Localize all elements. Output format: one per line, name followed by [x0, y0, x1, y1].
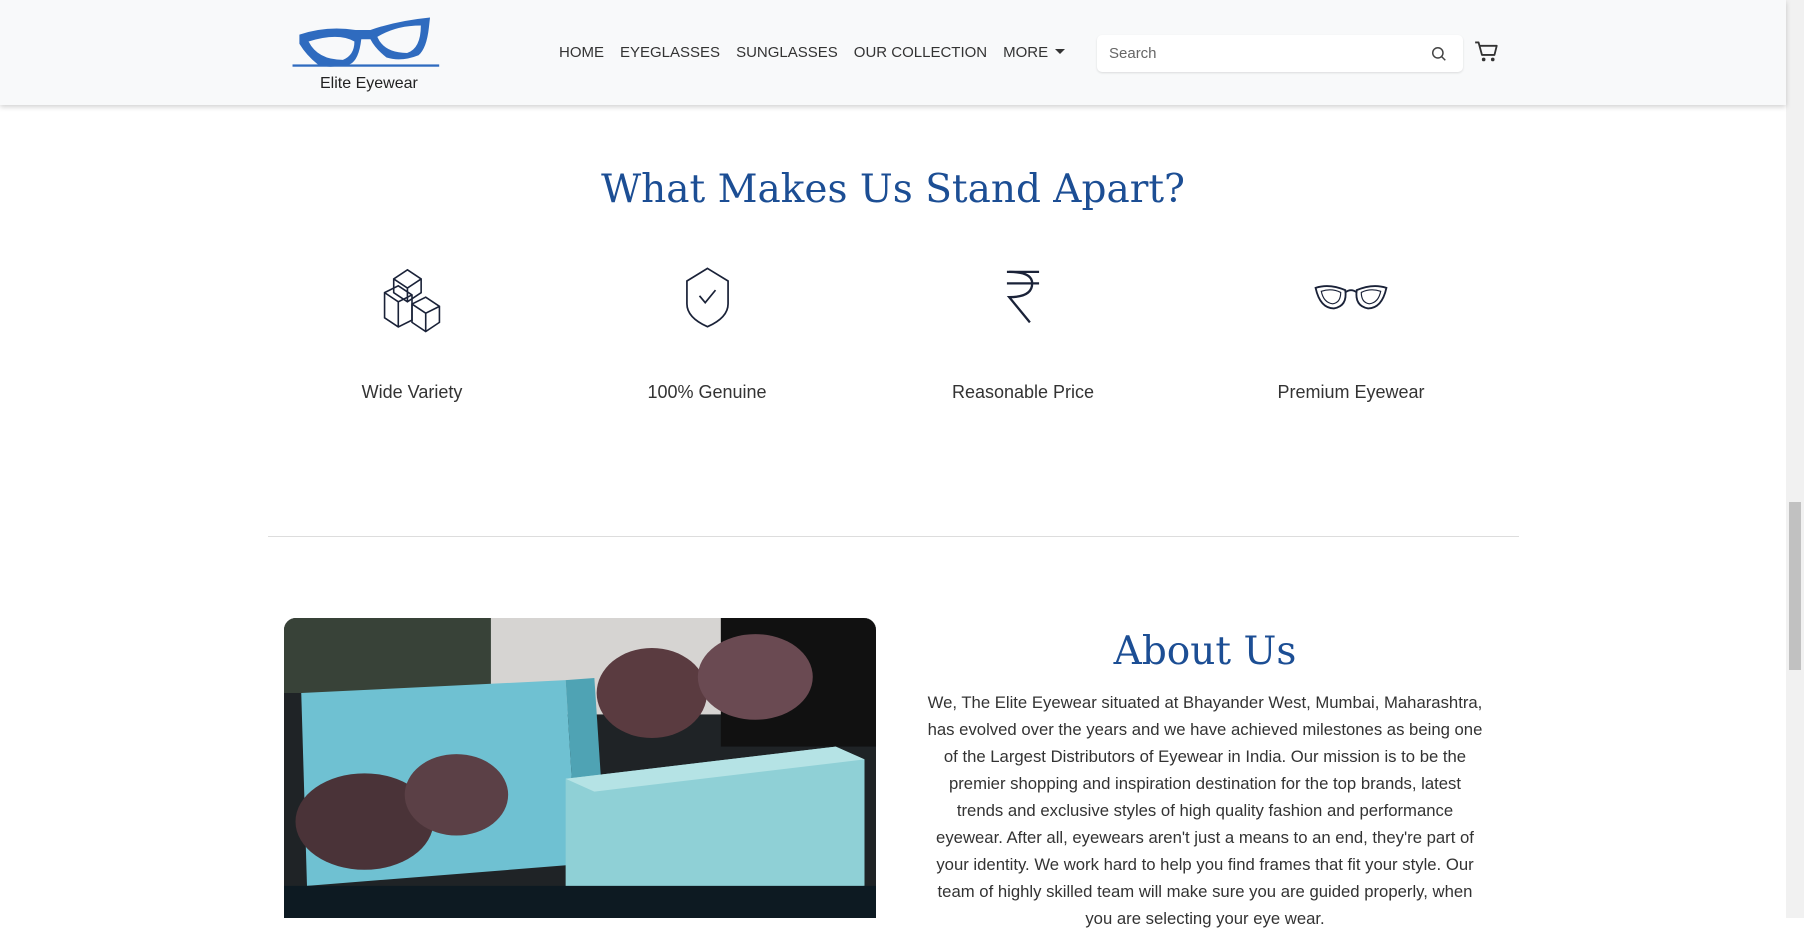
search-box: [1097, 35, 1463, 72]
feature-premium-eyewear: Premium Eyewear: [1236, 265, 1466, 405]
nav-sunglasses[interactable]: SUNGLASSES: [736, 44, 838, 61]
about-line: trends and exclusive styles of high qual…: [956, 801, 1454, 820]
about-title: About Us: [1113, 629, 1297, 674]
feature-wide-variety: Wide Variety: [297, 265, 527, 405]
section-divider: [268, 536, 1519, 537]
feature-label: 100% Genuine: [647, 382, 767, 402]
about-line: eyewear. After all, eyewears aren't just…: [936, 828, 1474, 847]
about-text: We, The Elite Eyewear situated at Bhayan…: [865, 689, 1545, 932]
scrollbar[interactable]: [1786, 0, 1804, 918]
feature-label: Premium Eyewear: [1277, 382, 1425, 402]
nav-more-dropdown[interactable]: MORE: [1003, 44, 1066, 61]
brand-logo-glasses-icon[interactable]: [292, 14, 442, 69]
caret-down-icon: [1055, 49, 1066, 54]
feature-genuine: 100% Genuine: [592, 265, 822, 405]
page: Elite Eyewear HOME EYEGLASSES SUNGLASSES…: [0, 0, 1804, 928]
nav-home[interactable]: HOME: [559, 44, 604, 61]
brand-name[interactable]: Elite Eyewear: [320, 75, 418, 93]
feature-label: Reasonable Price: [951, 382, 1095, 402]
about-line: your identity. We work hard to help you …: [936, 855, 1474, 874]
cat-eye-glasses-icon: [1314, 285, 1388, 310]
boxes-icon: [383, 268, 441, 333]
feature-reasonable-price: Reasonable Price: [908, 265, 1138, 405]
nav-eyeglasses[interactable]: EYEGLASSES: [620, 44, 720, 61]
about-line: We, The Elite Eyewear situated at Bhayan…: [927, 693, 1483, 712]
about-line: has evolved over the years and we have a…: [927, 720, 1483, 739]
about-line: team of highly skilled team will make su…: [937, 882, 1473, 901]
about-photo-sunglasses: [284, 618, 876, 918]
about-line: premier shopping and inspiration destina…: [948, 774, 1462, 793]
feature-label: Wide Variety: [361, 382, 463, 402]
search-input[interactable]: [1107, 44, 1411, 63]
rupee-icon: [1006, 270, 1040, 324]
about-line: you are selecting your eye wear.: [1085, 909, 1325, 928]
scrollbar-thumb[interactable]: [1789, 502, 1801, 670]
navbar: Elite Eyewear HOME EYEGLASSES SUNGLASSES…: [0, 0, 1786, 105]
search-icon[interactable]: [1431, 46, 1447, 62]
shield-check-icon: [685, 267, 729, 328]
main-menu: HOME EYEGLASSES SUNGLASSES OUR COLLECTIO…: [559, 44, 1066, 61]
nav-our-collection[interactable]: OUR COLLECTION: [854, 44, 987, 61]
about-line: of the Largest Distributors of Eyewear i…: [943, 747, 1467, 766]
nav-more-label: MORE: [1003, 44, 1049, 61]
cart-icon[interactable]: [1474, 40, 1499, 63]
features-title: What Makes Us Stand Apart?: [601, 167, 1185, 212]
